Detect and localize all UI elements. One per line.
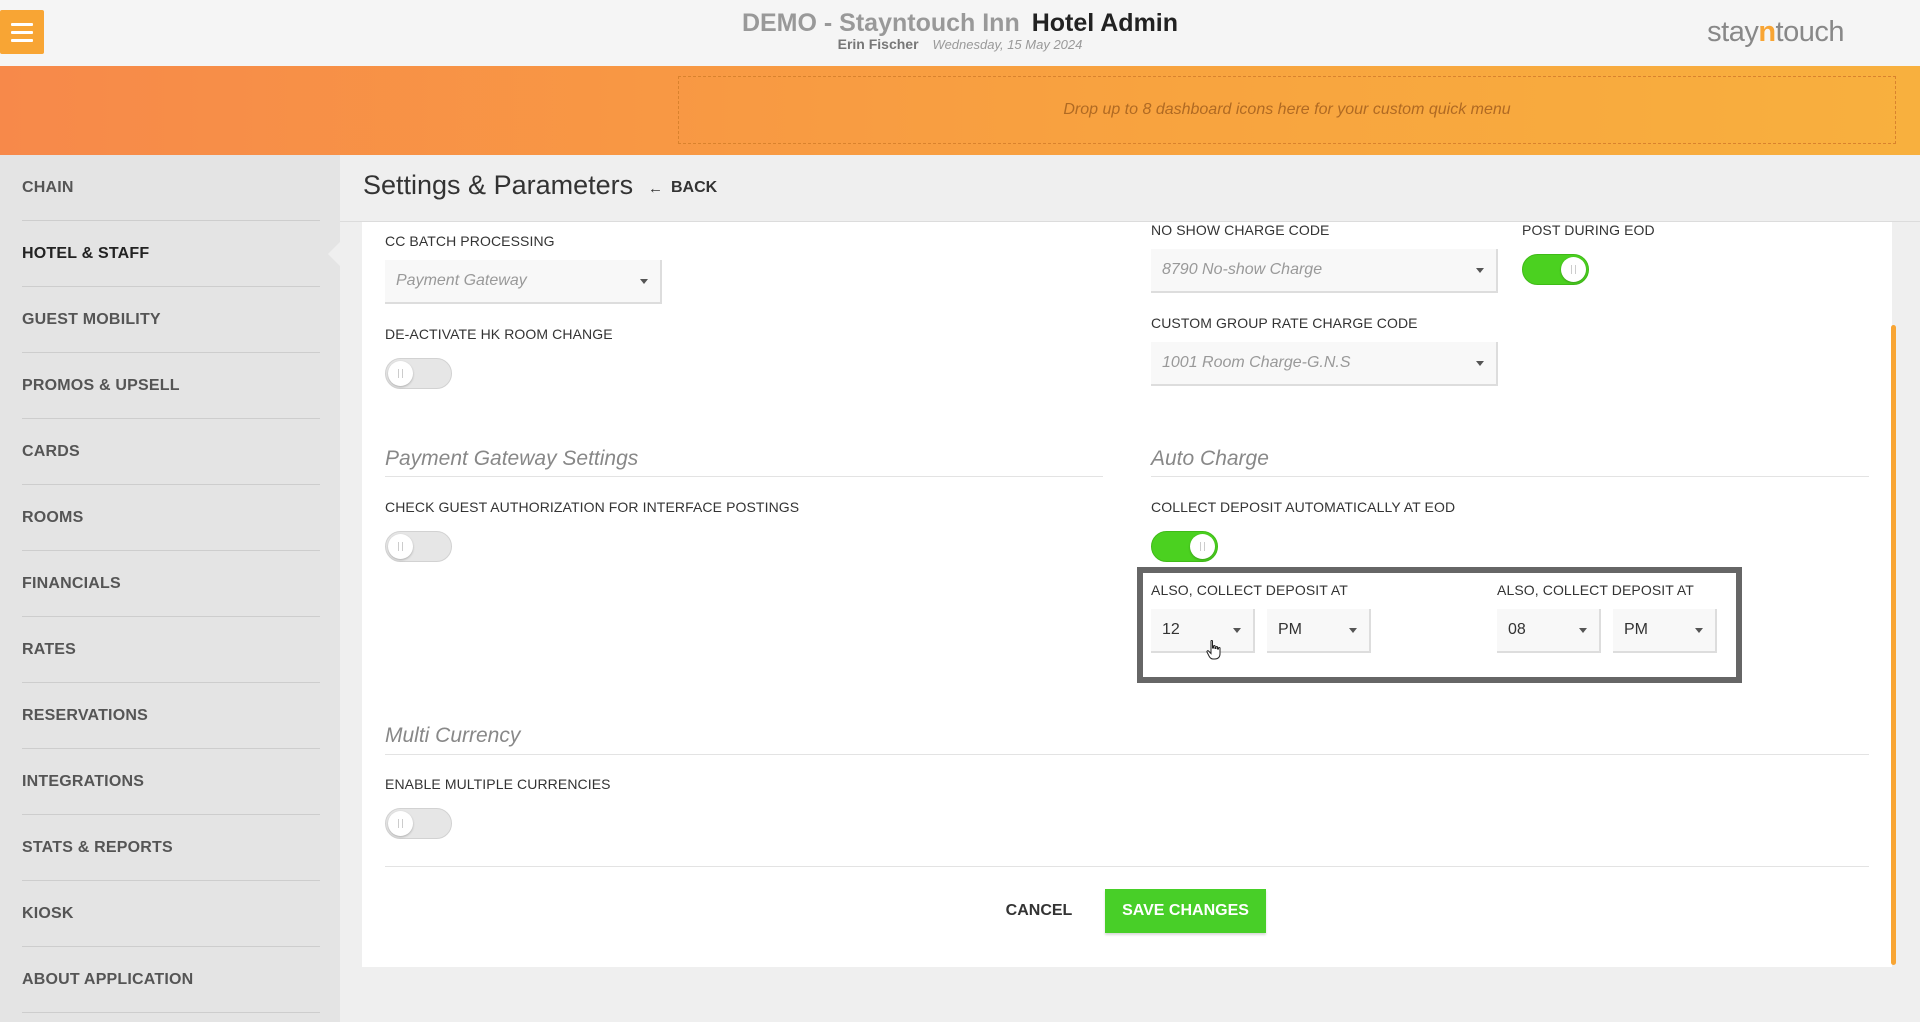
sidebar-item-about-application[interactable]: ABOUT APPLICATION [22, 947, 320, 1013]
back-label: BACK [671, 179, 718, 196]
sidebar-item-hotel-staff[interactable]: HOTEL & STAFF [22, 221, 320, 287]
sidebar-item-reservations[interactable]: RESERVATIONS [22, 683, 320, 749]
enable-multi-currency-toggle[interactable] [385, 808, 452, 839]
current-date: Wednesday, 15 May 2024 [932, 37, 1083, 52]
save-changes-button[interactable]: SAVE CHANGES [1105, 889, 1266, 933]
no-show-charge-select[interactable]: 8790 No-show Charge [1151, 249, 1498, 293]
quick-menu-dropzone[interactable]: Drop up to 8 dashboard icons here for yo… [678, 76, 1896, 144]
caret-down-icon [1579, 627, 1587, 633]
actions-divider [385, 866, 1869, 867]
no-show-charge-label: NO SHOW CHARGE CODE [1151, 222, 1330, 238]
user-name: Erin Fischer [837, 36, 919, 52]
dropzone-text: Drop up to 8 dashboard icons here for yo… [1063, 101, 1511, 118]
also-collect-label-2: ALSO, COLLECT DEPOSIT AT [1497, 582, 1694, 598]
active-item-pointer [328, 242, 340, 266]
caret-down-icon [1476, 360, 1484, 366]
cc-batch-label: CC BATCH PROCESSING [385, 233, 555, 249]
multi-currency-section-title: Multi Currency [385, 724, 521, 747]
caret-down-icon [1695, 627, 1703, 633]
sidebar-item-guest-mobility[interactable]: GUEST MOBILITY [22, 287, 320, 353]
cancel-button[interactable]: CANCEL [1004, 894, 1074, 928]
cc-batch-select[interactable]: Payment Gateway [385, 260, 662, 304]
sidebar-item-financials[interactable]: FINANCIALS [22, 551, 320, 617]
collect-deposit-toggle[interactable] [1151, 531, 1218, 562]
sidebar-item-cards[interactable]: CARDS [22, 419, 320, 485]
title-block: DEMO - Stayntouch Inn Hotel Admin Erin Fi… [0, 8, 1920, 52]
sidebar-item-kiosk[interactable]: KIOSK [22, 881, 320, 947]
caret-down-icon [640, 278, 648, 284]
back-button[interactable]: ← BACK [648, 179, 717, 197]
sidebar-item-rooms[interactable]: ROOMS [22, 485, 320, 551]
caret-down-icon [1349, 627, 1357, 633]
deposit-hour-select-1[interactable]: 12 [1151, 609, 1255, 653]
sidebar-item-promos-upsell[interactable]: PROMOS & UPSELL [22, 353, 320, 419]
page-title: Settings & Parameters [363, 170, 634, 200]
deposit-ampm-select-2[interactable]: PM [1613, 609, 1717, 653]
sidebar: CHAIN HOTEL & STAFF GUEST MOBILITY PROMO… [0, 155, 340, 1022]
payment-gateway-section-title: Payment Gateway Settings [385, 447, 639, 470]
deposit-ampm-select-1[interactable]: PM [1267, 609, 1371, 653]
arrow-left-icon: ← [648, 179, 663, 197]
brand-logo: stayntouch [1707, 16, 1844, 48]
auto-charge-section-title: Auto Charge [1151, 447, 1269, 470]
post-eod-label: POST DURING EOD [1522, 222, 1655, 238]
section-divider [385, 754, 1869, 755]
check-guest-auth-toggle[interactable] [385, 531, 452, 562]
hand-pointer-icon [1206, 640, 1221, 660]
also-collect-label-1: ALSO, COLLECT DEPOSIT AT [1151, 582, 1348, 598]
app-title: Hotel Admin [1031, 9, 1179, 37]
collect-deposit-label: COLLECT DEPOSIT AUTOMATICALLY AT EOD [1151, 499, 1456, 515]
custom-group-rate-label: CUSTOM GROUP RATE CHARGE CODE [1151, 315, 1418, 331]
section-divider [385, 476, 1103, 477]
section-divider [1151, 476, 1869, 477]
sidebar-item-rates[interactable]: RATES [22, 617, 320, 683]
sidebar-item-stats-reports[interactable]: STATS & REPORTS [22, 815, 320, 881]
caret-down-icon [1476, 267, 1484, 273]
caret-down-icon [1233, 627, 1241, 633]
hotel-name: DEMO - Stayntouch Inn [741, 9, 1020, 37]
deposit-hour-select-2[interactable]: 08 [1497, 609, 1601, 653]
scrollbar-thumb[interactable] [1891, 325, 1896, 965]
sidebar-item-chain[interactable]: CHAIN [22, 155, 320, 221]
custom-group-rate-select[interactable]: 1001 Room Charge-G.N.S [1151, 342, 1498, 386]
deactivate-hk-label: DE-ACTIVATE HK ROOM CHANGE [385, 326, 613, 342]
check-guest-auth-label: CHECK GUEST AUTHORIZATION FOR INTERFACE … [385, 499, 800, 515]
deactivate-hk-toggle[interactable] [385, 358, 452, 389]
enable-multi-currency-label: ENABLE MULTIPLE CURRENCIES [385, 776, 611, 792]
top-header: DEMO - Stayntouch Inn Hotel Admin Erin Fi… [0, 0, 1920, 66]
post-eod-toggle[interactable] [1522, 254, 1589, 285]
sidebar-item-integrations[interactable]: INTEGRATIONS [22, 749, 320, 815]
